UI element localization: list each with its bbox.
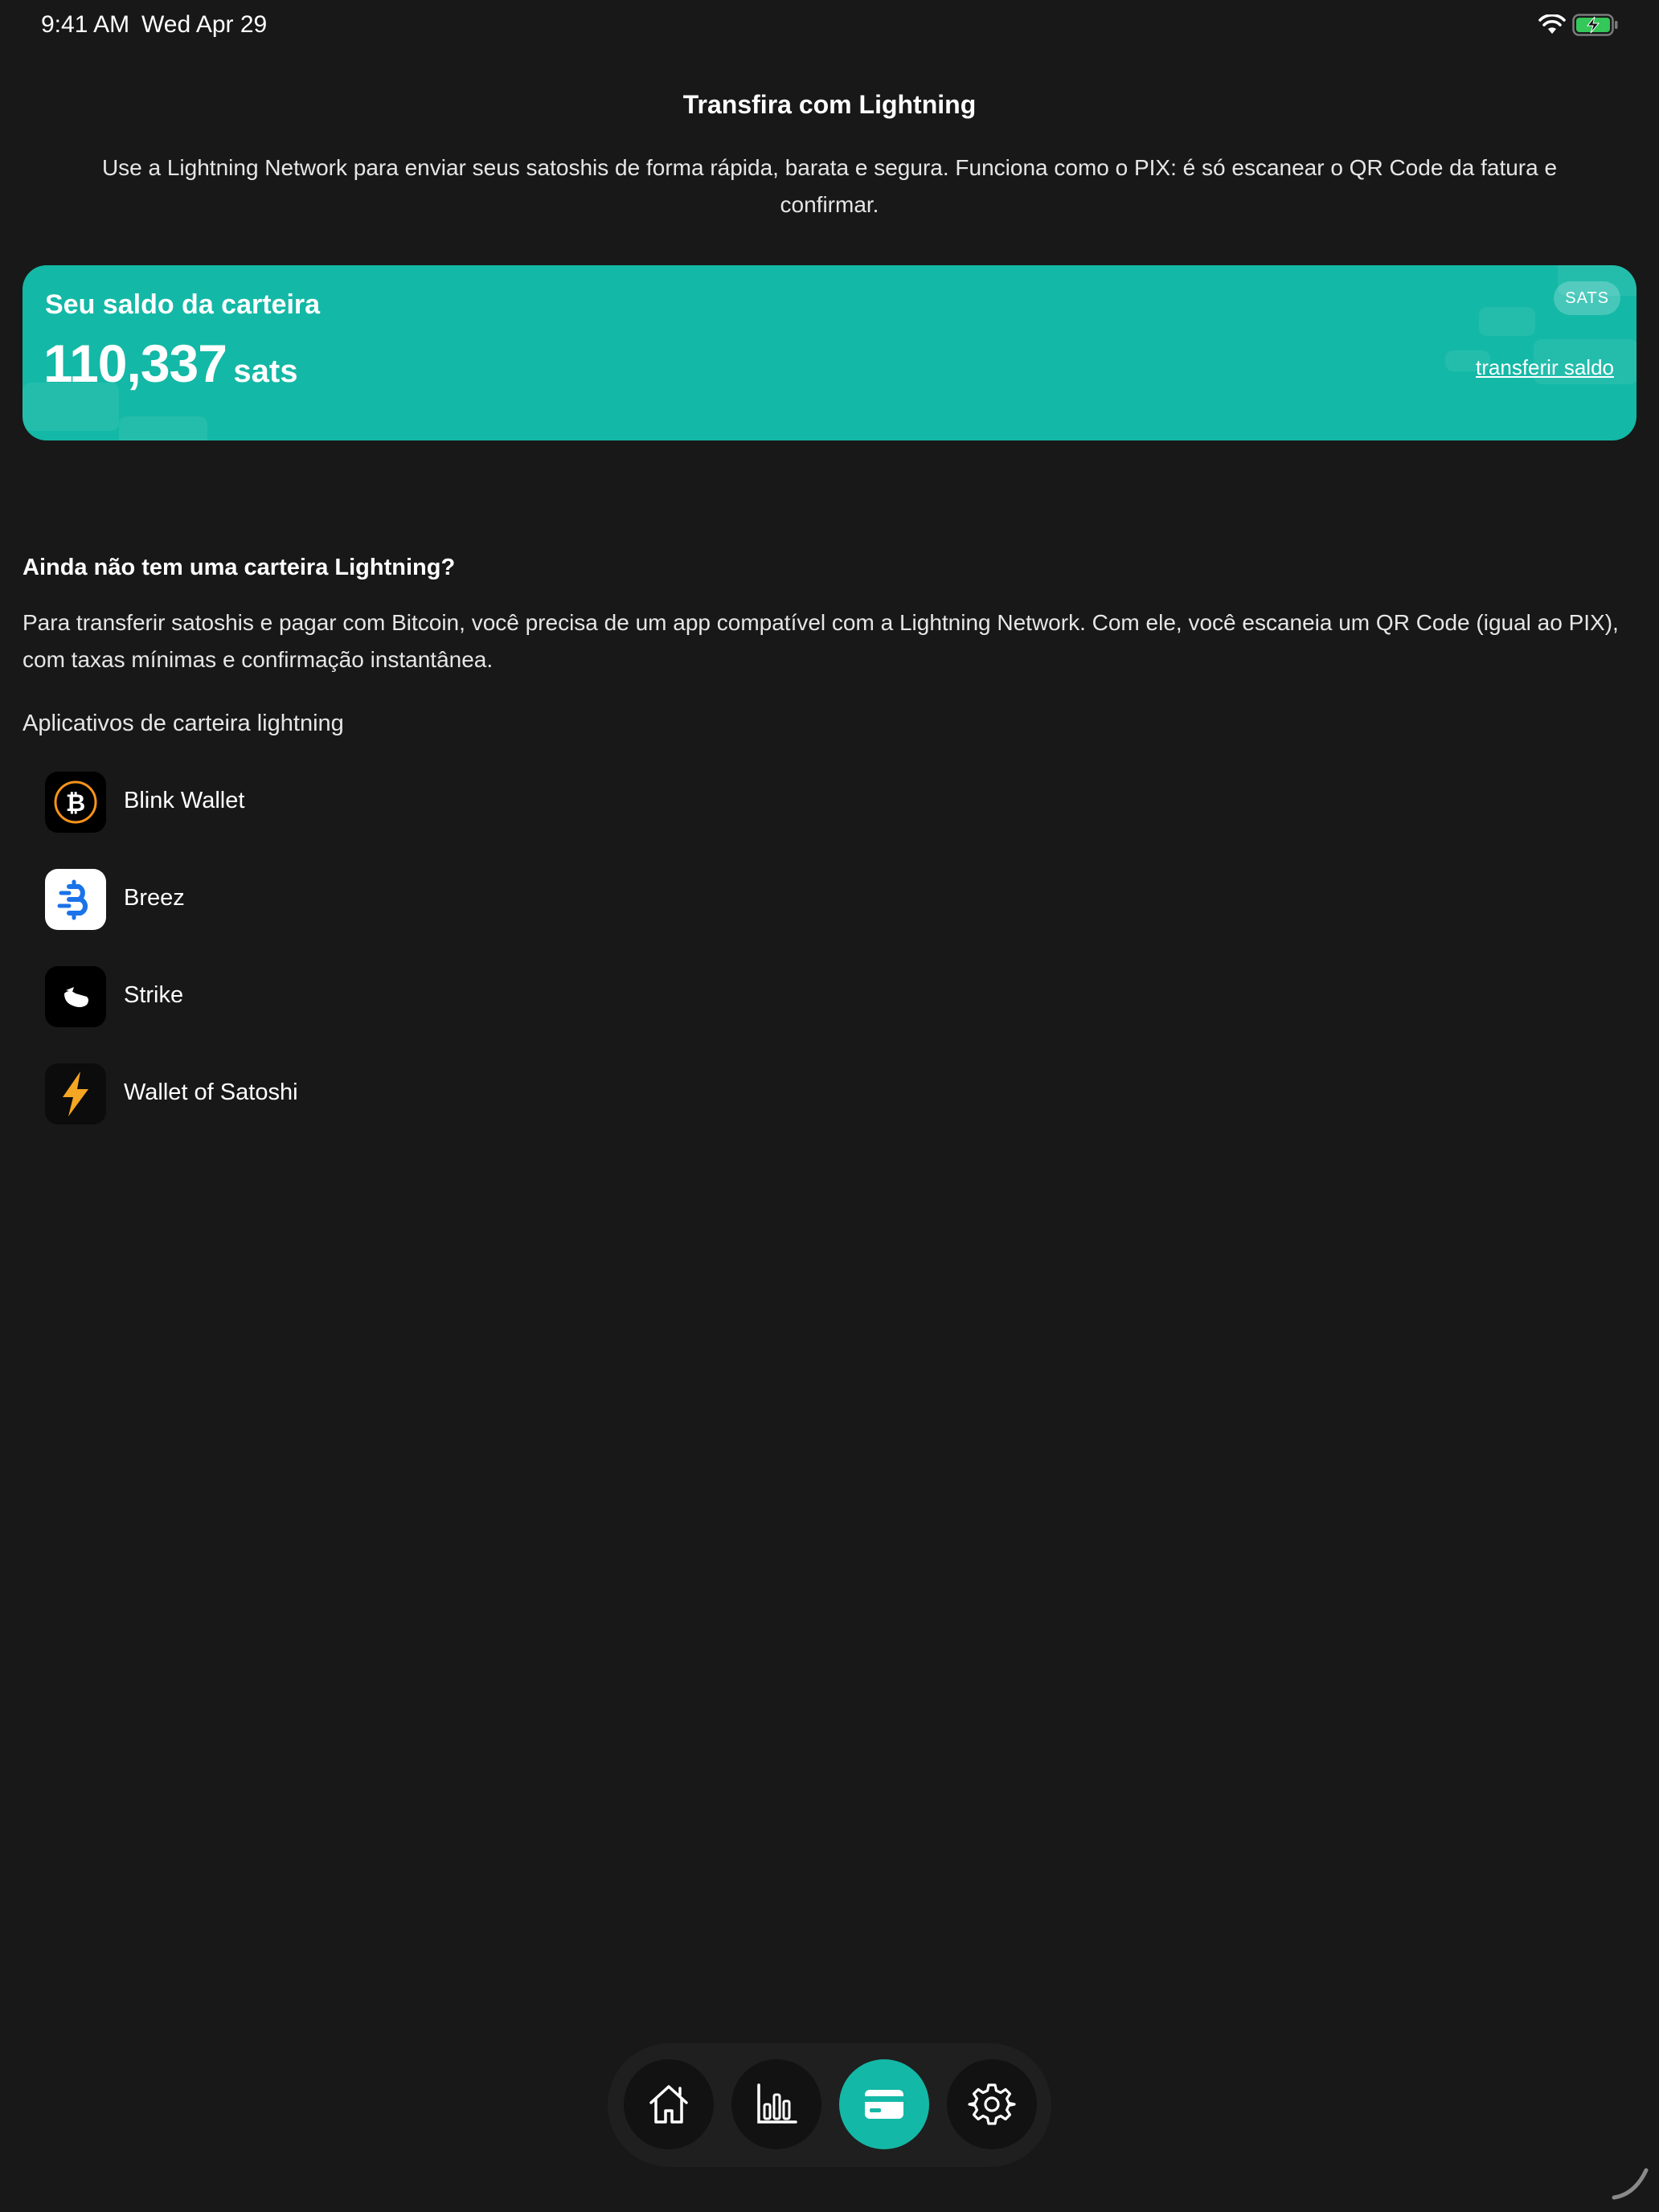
status-time: 9:41 AM bbox=[41, 11, 130, 38]
balance-value: 110,337 bbox=[43, 334, 227, 393]
app-name: Blink Wallet bbox=[124, 788, 245, 813]
nav-home-button[interactable] bbox=[624, 2059, 714, 2149]
strike-icon bbox=[45, 966, 106, 1027]
info-heading: Ainda não tem uma carteira Lightning? bbox=[23, 555, 456, 580]
status-bar: 9:41 AM Wed Apr 29 bbox=[0, 0, 1659, 51]
app-item-blink-wallet[interactable]: ₿ Blink Wallet bbox=[45, 772, 688, 869]
balance-card: Seu saldo da carteira 110,337 sats SATS … bbox=[23, 265, 1636, 440]
svg-text:₿: ₿ bbox=[66, 789, 85, 817]
app-item-wallet-of-satoshi[interactable]: Wallet of Satoshi bbox=[45, 1063, 688, 1161]
app-name: Wallet of Satoshi bbox=[124, 1079, 298, 1105]
gear-icon bbox=[968, 2083, 1016, 2125]
nav-settings-button[interactable] bbox=[947, 2059, 1037, 2149]
app-name: Strike bbox=[124, 982, 184, 1008]
balance-amount: 110,337 sats bbox=[43, 333, 297, 394]
balance-unit: sats bbox=[233, 354, 298, 389]
screen: 9:41 AM Wed Apr 29 Transfira com Lightni… bbox=[0, 0, 1659, 2212]
bottom-nav bbox=[608, 2043, 1051, 2167]
bar-chart-icon bbox=[757, 2083, 797, 2124]
credit-card-icon bbox=[865, 2090, 903, 2119]
nav-stats-button[interactable] bbox=[731, 2059, 821, 2149]
wallet-app-list: ₿ Blink Wallet Breez Strike Wallet of Sa… bbox=[45, 772, 688, 1161]
home-icon bbox=[649, 2085, 688, 2124]
page-title: Transfira com Lightning bbox=[682, 90, 977, 119]
breez-icon bbox=[45, 869, 106, 930]
card-decoration bbox=[119, 416, 207, 440]
nav-wallet-button[interactable] bbox=[839, 2059, 929, 2149]
card-decoration bbox=[1479, 307, 1535, 336]
blink-bitcoin-icon: ₿ bbox=[45, 772, 106, 833]
app-name: Breez bbox=[124, 885, 185, 911]
app-item-breez[interactable]: Breez bbox=[45, 869, 688, 966]
status-date: Wed Apr 29 bbox=[141, 11, 268, 38]
info-body: Para transferir satoshis e pagar com Bit… bbox=[23, 610, 1619, 672]
page-subtitle: Use a Lightning Network para enviar seus… bbox=[101, 155, 1558, 217]
app-item-strike[interactable]: Strike bbox=[45, 966, 688, 1063]
lightning-bolt-icon bbox=[45, 1063, 106, 1124]
battery-charging-icon bbox=[1572, 14, 1618, 36]
wifi-icon bbox=[1538, 14, 1566, 34]
currency-badge[interactable]: SATS bbox=[1554, 281, 1620, 315]
transfer-balance-link[interactable]: transferir saldo bbox=[1476, 355, 1614, 380]
balance-label: Seu saldo da carteira bbox=[45, 289, 321, 320]
corner-swipe-indicator[interactable] bbox=[1611, 2162, 1651, 2202]
apps-section-label: Aplicativos de carteira lightning bbox=[23, 711, 344, 736]
